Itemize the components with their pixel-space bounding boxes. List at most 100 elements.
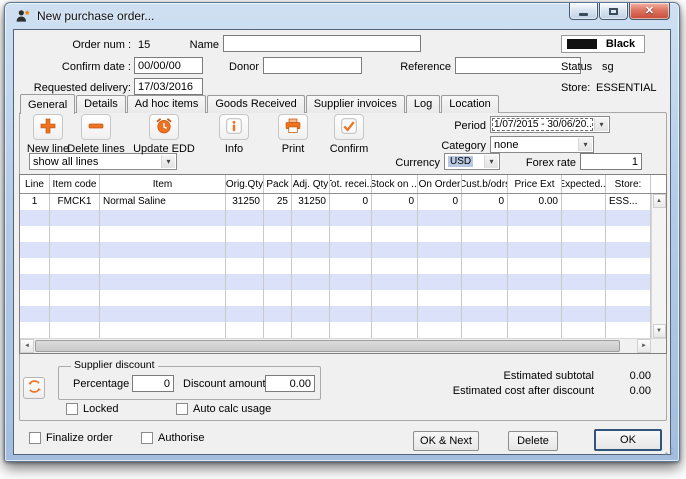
name-input[interactable] xyxy=(223,35,421,52)
period-select[interactable]: 1/07/2015 - 30/06/20.. xyxy=(490,116,610,133)
locked-checkbox[interactable]: Locked xyxy=(66,403,118,415)
currency-select[interactable]: USD xyxy=(444,153,500,170)
recalculate-discount-button[interactable] xyxy=(23,377,45,399)
checkbox-icon xyxy=(141,432,153,444)
info-button[interactable]: Info xyxy=(200,114,268,155)
requested-delivery-input[interactable] xyxy=(134,78,203,95)
cell xyxy=(100,226,226,242)
column-header[interactable]: Stock on ... xyxy=(372,175,418,193)
resize-grip[interactable] xyxy=(662,445,674,457)
cell xyxy=(226,258,264,274)
scrollbar-thumb[interactable] xyxy=(35,340,620,352)
cell xyxy=(508,226,562,242)
minimize-icon xyxy=(579,13,588,16)
tab-details[interactable]: Details xyxy=(76,95,126,113)
info-icon xyxy=(225,117,243,138)
close-button[interactable]: ✕ xyxy=(629,3,670,20)
tab-location[interactable]: Location xyxy=(441,95,499,113)
column-header[interactable]: Cust.b/odrs xyxy=(462,175,508,193)
finalize-order-checkbox[interactable]: Finalize order xyxy=(29,432,113,444)
maximize-button[interactable] xyxy=(599,3,628,20)
chevron-down-icon xyxy=(594,118,608,131)
checkbox-icon xyxy=(29,432,41,444)
table-empty-row[interactable] xyxy=(20,258,651,274)
cell xyxy=(226,322,264,338)
delete-lines-button[interactable]: Delete lines xyxy=(62,114,130,155)
cell: 31250 xyxy=(292,194,330,210)
table-empty-row[interactable] xyxy=(20,322,651,338)
scroll-up-icon[interactable] xyxy=(653,194,666,208)
column-header[interactable]: Expected... xyxy=(562,175,606,193)
tab-ad-hoc-items[interactable]: Ad hoc items xyxy=(127,95,207,113)
cell xyxy=(50,226,100,242)
column-header[interactable]: Item xyxy=(100,175,226,193)
column-header[interactable]: Adj. Qty xyxy=(292,175,330,193)
minimize-button[interactable] xyxy=(569,3,598,20)
currency-label: Currency xyxy=(392,155,440,171)
column-header[interactable]: Line xyxy=(20,175,50,193)
ok-button[interactable]: OK xyxy=(594,429,662,451)
supplier-discount-legend: Supplier discount xyxy=(71,359,158,371)
cell xyxy=(226,306,264,322)
confirm-date-input[interactable] xyxy=(134,57,203,74)
forex-rate-input[interactable] xyxy=(580,153,642,170)
cell xyxy=(50,210,100,226)
window-title: New purchase order... xyxy=(37,9,154,23)
tab-goods-received[interactable]: Goods Received xyxy=(207,95,304,113)
cell xyxy=(372,322,418,338)
tab-log[interactable]: Log xyxy=(406,95,440,113)
cell xyxy=(562,210,606,226)
tab-supplier-invoices[interactable]: Supplier invoices xyxy=(306,95,405,113)
table-empty-row[interactable] xyxy=(20,274,651,290)
header-corner xyxy=(651,175,666,193)
cell xyxy=(226,290,264,306)
title-bar[interactable]: New purchase order... ✕ xyxy=(5,3,679,28)
dialog-body: Order num : 15 Name Black Confirm date :… xyxy=(13,29,671,455)
cell xyxy=(562,226,606,242)
auto-calc-usage-checkbox[interactable]: Auto calc usage xyxy=(176,403,271,415)
column-header[interactable]: Price Ext xyxy=(508,175,562,193)
confirm-button[interactable]: Confirm xyxy=(315,114,383,155)
table-empty-row[interactable] xyxy=(20,290,651,306)
cell xyxy=(330,306,372,322)
percentage-input[interactable] xyxy=(132,375,174,392)
discount-amount-input[interactable] xyxy=(265,375,315,392)
show-lines-select[interactable]: show all lines xyxy=(29,153,177,170)
scrollbar-corner xyxy=(651,339,666,353)
color-swatch-button[interactable]: Black xyxy=(561,35,645,53)
category-select[interactable]: none xyxy=(490,136,594,153)
cell xyxy=(292,210,330,226)
cell xyxy=(100,290,226,306)
cell xyxy=(562,242,606,258)
table-empty-row[interactable] xyxy=(20,242,651,258)
confirm-date-label: Confirm date : xyxy=(19,59,131,75)
table-empty-row[interactable] xyxy=(20,226,651,242)
tab-general[interactable]: General xyxy=(20,94,75,114)
table-empty-row[interactable] xyxy=(20,306,651,322)
color-name: Black xyxy=(597,38,644,50)
table-row[interactable]: 1FMCK1Normal Saline31250253125000000.00E… xyxy=(20,194,651,210)
ok-next-button[interactable]: OK & Next xyxy=(413,431,479,451)
checkbox-icon xyxy=(176,403,188,415)
table-empty-row[interactable] xyxy=(20,210,651,226)
cell xyxy=(100,306,226,322)
donor-input[interactable] xyxy=(263,57,362,74)
vertical-scrollbar[interactable] xyxy=(651,194,666,338)
column-header[interactable]: On Order xyxy=(418,175,462,193)
authorise-checkbox[interactable]: Authorise xyxy=(141,432,204,444)
column-header[interactable]: Pack xyxy=(264,175,292,193)
column-header[interactable]: Item code xyxy=(50,175,100,193)
scroll-left-icon[interactable] xyxy=(20,339,34,353)
cell xyxy=(100,242,226,258)
update-edd-button[interactable]: Update EDD xyxy=(130,114,198,155)
delete-button[interactable]: Delete xyxy=(508,431,558,451)
scroll-down-icon[interactable] xyxy=(653,324,666,338)
horizontal-scrollbar[interactable] xyxy=(20,338,666,353)
scroll-right-icon[interactable] xyxy=(637,339,651,353)
column-header[interactable]: Store: xyxy=(606,175,651,193)
cell xyxy=(606,290,651,306)
column-header[interactable]: Orig.Qty xyxy=(226,175,264,193)
cell xyxy=(50,306,100,322)
cell xyxy=(330,258,372,274)
column-header[interactable]: Tot. recei... xyxy=(330,175,372,193)
